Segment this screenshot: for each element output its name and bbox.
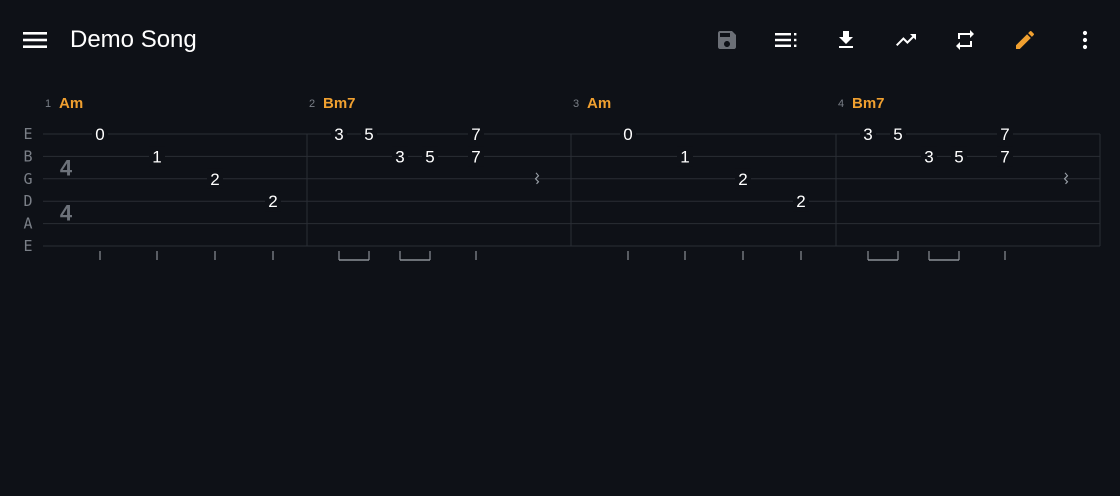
more-options-button[interactable]: [1065, 20, 1105, 60]
repeat-icon: [956, 30, 974, 50]
bar-number: 4: [838, 98, 844, 110]
fret-number: 1: [680, 147, 689, 166]
fret-number: 5: [954, 147, 963, 166]
menu-button[interactable]: [14, 20, 56, 60]
fret-number: 5: [425, 147, 434, 166]
more-vert-icon: [1082, 30, 1088, 50]
fret-number: 0: [623, 125, 632, 144]
tablature-staff[interactable]: EBGDAE441 Am01222 Bm73 53 5773 Am01224 Bm73 53 5…: [0, 80, 1120, 496]
time-signature-bottom: 4: [60, 200, 73, 225]
fret-number: 2: [268, 192, 277, 211]
page-title: Demo Song: [70, 26, 197, 53]
fret-number: 7: [471, 147, 480, 166]
string-label-2: G: [23, 170, 32, 188]
chord-name: Am: [587, 95, 611, 112]
edit-pencil-icon: [1016, 30, 1035, 49]
edit-button[interactable]: [1005, 20, 1045, 60]
fret-number: 3: [334, 125, 343, 144]
string-label-5: E: [23, 237, 32, 255]
fret-number: 2: [738, 170, 747, 189]
string-label-0: E: [23, 125, 32, 143]
download-button[interactable]: [826, 20, 866, 60]
fret-number: 3: [863, 125, 872, 144]
chord-name: Bm7: [323, 95, 356, 112]
chord-name: Bm7: [852, 95, 885, 112]
fret-number: 7: [1000, 125, 1009, 144]
string-label-1: B: [23, 147, 32, 165]
fret-number: 7: [471, 125, 480, 144]
save-button[interactable]: [707, 20, 747, 60]
fret-number: 3: [395, 147, 404, 166]
fret-number: 5: [893, 125, 902, 144]
time-signature-top: 4: [60, 156, 73, 181]
trend-button[interactable]: [886, 20, 926, 60]
fret-number: 2: [210, 170, 219, 189]
string-label-4: A: [23, 215, 32, 233]
trending-up-icon: [896, 34, 916, 46]
hamburger-menu-icon: [23, 32, 47, 48]
tablature-view[interactable]: E B G D A E 4 4 1 Am 0 1 2 2 2 Bm7 3 5 3 5 7 7 3 Am 0 1 2 2 4 Bm7 3 5 3 5…: [0, 80, 1120, 496]
app-bar: Demo Song: [0, 0, 1120, 80]
tracks-list-button[interactable]: [767, 20, 807, 60]
repeat-button[interactable]: [945, 20, 985, 60]
fret-number: 7: [1000, 147, 1009, 166]
bar-number: 1: [45, 98, 51, 110]
fret-number: 2: [796, 192, 805, 211]
download-icon: [839, 31, 853, 48]
bar-number: 2: [309, 98, 315, 110]
fret-number: 3: [924, 147, 933, 166]
string-label-3: D: [23, 192, 32, 210]
fret-number: 5: [364, 125, 373, 144]
fret-number: 1: [152, 147, 161, 166]
save-icon: [718, 31, 736, 49]
bar-number: 3: [573, 98, 579, 110]
chord-name: Am: [59, 95, 83, 112]
fret-number: 0: [95, 125, 104, 144]
playlist-icon: [775, 33, 797, 47]
